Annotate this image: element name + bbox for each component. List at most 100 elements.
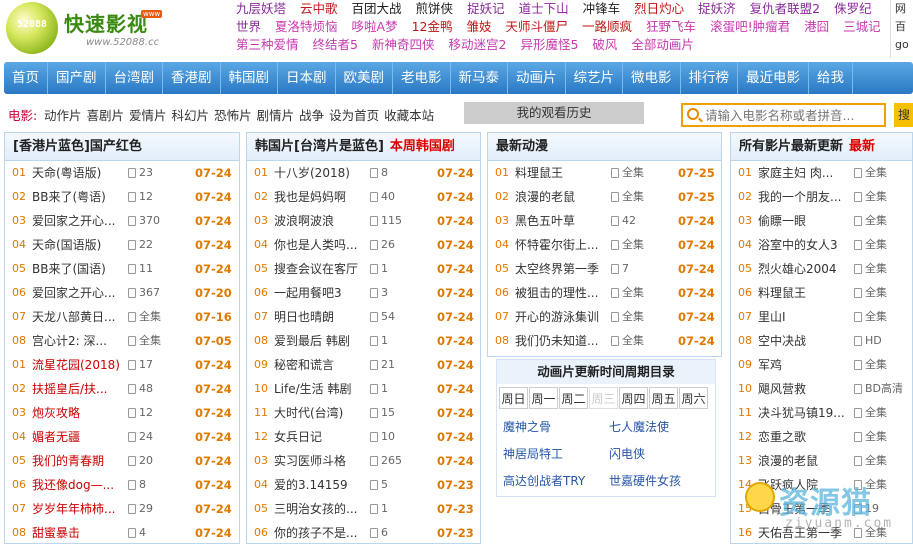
list-item[interactable]: 12 女兵日记 10 07-24 — [247, 425, 480, 449]
nav-item[interactable]: 最近电影 — [738, 62, 809, 94]
search-input[interactable] — [705, 106, 883, 124]
item-title[interactable]: 天命(国语版) — [32, 233, 124, 257]
item-title[interactable]: 太空终界第一季 — [515, 257, 607, 281]
item-title[interactable]: 一起用餐吧3 — [274, 281, 366, 305]
hot-link[interactable]: 夏洛特烦恼 — [275, 18, 338, 36]
hot-link[interactable]: 捉妖济 — [698, 0, 736, 18]
panel-tag[interactable]: 本周韩国剧 — [390, 139, 455, 154]
item-title[interactable]: 黑色五叶草 — [515, 209, 607, 233]
nav-item[interactable]: 台湾剧 — [106, 62, 163, 94]
list-item[interactable]: 02 浪漫的老鼠 全集 07-25 — [488, 185, 721, 209]
hot-link[interactable]: 世界 — [236, 18, 261, 36]
hot-link[interactable]: 全部动画片 — [631, 36, 694, 54]
schedule-show-link[interactable]: 七人魔法使 — [609, 418, 669, 435]
hot-link[interactable]: 移动迷宫2 — [448, 36, 506, 54]
genre-link[interactable]: 收藏本站 — [384, 108, 434, 123]
item-title[interactable]: 军鸡 — [758, 353, 850, 377]
genre-link[interactable]: 剧情片 — [257, 108, 295, 123]
list-item[interactable]: 04 天命(国语版) 22 07-24 — [5, 233, 239, 257]
genre-link[interactable]: 设为首页 — [329, 108, 379, 123]
item-title[interactable]: 爱的3.14159 — [274, 473, 366, 497]
item-title[interactable]: 飓风营救 — [758, 377, 850, 401]
list-item[interactable]: 15 白骨王第一季 19 — [731, 497, 912, 521]
watch-history-button[interactable]: 我的观看历史 — [464, 102, 644, 124]
list-item[interactable]: 07 岁岁年年柿柿... 29 07-24 — [5, 497, 239, 521]
item-title[interactable]: 空中决战 — [758, 329, 850, 353]
list-item[interactable]: 03 实习医师斗格 265 07-24 — [247, 449, 480, 473]
list-item[interactable]: 07 明日也晴朗 54 07-24 — [247, 305, 480, 329]
item-title[interactable]: 天佑吾王第一季 — [758, 521, 850, 543]
schedule-show-link[interactable]: 高达创战者TRY — [503, 472, 585, 489]
hot-link[interactable]: 道士下山 — [519, 0, 569, 18]
list-item[interactable]: 04 媚者无疆 24 07-24 — [5, 425, 239, 449]
list-item[interactable]: 13 浪漫的老鼠 全集 — [731, 449, 912, 473]
item-title[interactable]: 爱回家之开心... — [32, 209, 124, 233]
schedule-show-link[interactable]: 神居局特工 — [503, 445, 563, 462]
item-title[interactable]: 波浪啊波浪 — [274, 209, 366, 233]
hot-link[interactable]: 捉妖记 — [467, 0, 505, 18]
item-title[interactable]: 我还像dog—... — [32, 473, 124, 497]
item-title[interactable]: 白骨王第一季 — [758, 497, 850, 521]
item-title[interactable]: 搜查会议在客厅 — [274, 257, 366, 281]
schedule-show-link[interactable]: 世嘉硬件女孩 — [609, 472, 681, 489]
hot-link[interactable]: 滚蛋吧!肿瘤君 — [710, 18, 790, 36]
list-item[interactable]: 12 恋重之歌 全集 — [731, 425, 912, 449]
item-title[interactable]: 炮灰攻略 — [32, 401, 124, 425]
list-item[interactable]: 03 偷瞟一眼 全集 — [731, 209, 912, 233]
item-title[interactable]: 我们仍未知道... — [515, 329, 607, 353]
hot-link[interactable]: 12金鸭 — [412, 18, 453, 36]
list-item[interactable]: 04 你也是人类吗... 26 07-24 — [247, 233, 480, 257]
list-item[interactable]: 02 BB来了(粤语) 12 07-24 — [5, 185, 239, 209]
item-title[interactable]: 十八岁(2018) — [274, 161, 366, 185]
hot-link[interactable]: 复仇者联盟2 — [750, 0, 820, 18]
schedule-day-tab[interactable]: 周六 — [679, 387, 708, 409]
hot-link[interactable]: 云中歌 — [300, 0, 338, 18]
list-item[interactable]: 06 料理鼠王 全集 — [731, 281, 912, 305]
nav-item[interactable]: 国产剧 — [48, 62, 106, 94]
schedule-day-tab[interactable]: 周日 — [499, 387, 528, 409]
nav-item[interactable]: 新马泰 — [451, 62, 508, 94]
genre-link[interactable]: 喜剧片 — [87, 108, 125, 123]
list-item[interactable]: 06 你的孩子不是... 6 07-23 — [247, 521, 480, 543]
hot-link[interactable]: 煎饼侠 — [416, 0, 454, 18]
list-item[interactable]: 06 爱回家之开心... 367 07-20 — [5, 281, 239, 305]
list-item[interactable]: 08 宫心计2: 深... 全集 07-05 — [5, 329, 239, 353]
item-title[interactable]: 我的一个朋友... — [758, 185, 850, 209]
nav-item[interactable]: 微电影 — [623, 62, 681, 94]
item-title[interactable]: 我也是妈妈啊 — [274, 185, 366, 209]
item-title[interactable]: BB来了(国语) — [32, 257, 124, 281]
list-item[interactable]: 09 秘密和谎言 21 07-24 — [247, 353, 480, 377]
item-title[interactable]: 天命(粤语版) — [32, 161, 124, 185]
item-title[interactable]: 你的孩子不是... — [274, 521, 366, 543]
item-title[interactable]: 料理鼠王 — [758, 281, 850, 305]
item-title[interactable]: 恋重之歌 — [758, 425, 850, 449]
list-item[interactable]: 05 我们的青春期 20 07-24 — [5, 449, 239, 473]
item-title[interactable]: 爱到最后 韩剧 — [274, 329, 366, 353]
list-item[interactable]: 06 我还像dog—... 8 07-24 — [5, 473, 239, 497]
list-item[interactable]: 01 流星花园(2018) 17 07-24 — [5, 353, 239, 377]
item-title[interactable]: 飞跃疯人院 — [758, 473, 850, 497]
list-item[interactable]: 01 十八岁(2018) 8 07-24 — [247, 161, 480, 185]
schedule-show-link[interactable]: 魔神之骨 — [503, 418, 551, 435]
hot-link[interactable]: 烈日灼心 — [634, 0, 684, 18]
item-title[interactable]: 浪漫的老鼠 — [515, 185, 607, 209]
item-title[interactable]: 甜蜜暴击 — [32, 521, 124, 543]
list-item[interactable]: 10 飓风营救 BD高清 — [731, 377, 912, 401]
panel-tag[interactable]: 最新 — [849, 139, 875, 154]
list-item[interactable]: 06 一起用餐吧3 3 07-24 — [247, 281, 480, 305]
site-logo[interactable]: 52088 快速影视 www www.52088.cc — [4, 2, 163, 54]
list-item[interactable]: 03 炮灰攻略 12 07-24 — [5, 401, 239, 425]
list-item[interactable]: 05 三明治女孩的... 1 07-23 — [247, 497, 480, 521]
list-item[interactable]: 02 我的一个朋友... 全集 — [731, 185, 912, 209]
item-title[interactable]: 怀特霍尔街上... — [515, 233, 607, 257]
search-button[interactable]: 搜 — [894, 103, 913, 127]
item-title[interactable]: 浴室中的女人3 — [758, 233, 850, 257]
item-title[interactable]: 天龙八部黄日... — [32, 305, 124, 329]
item-title[interactable]: 三明治女孩的... — [274, 497, 366, 521]
hot-link[interactable]: 侏罗纪 — [834, 0, 872, 18]
item-title[interactable]: 被狙击的理性... — [515, 281, 607, 305]
nav-item[interactable]: 香港剧 — [163, 62, 221, 94]
hot-link[interactable]: 破风 — [592, 36, 617, 54]
item-title[interactable]: 媚者无疆 — [32, 425, 124, 449]
nav-item[interactable]: 老电影 — [393, 62, 451, 94]
